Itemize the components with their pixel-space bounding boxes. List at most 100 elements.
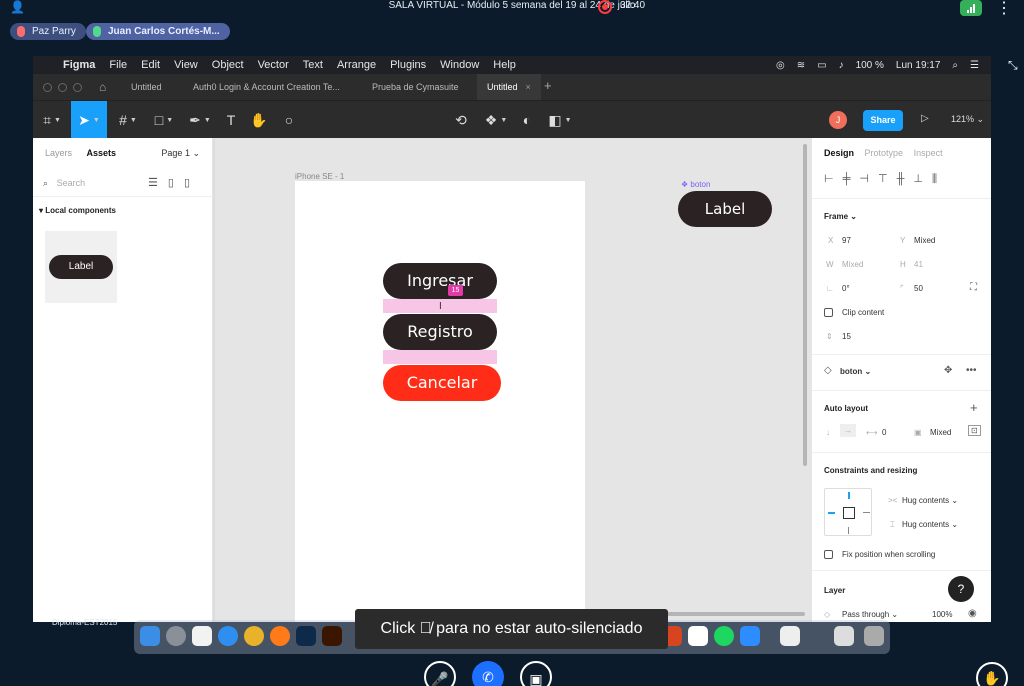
chrome-icon[interactable]	[244, 626, 264, 646]
tab-layers[interactable]: Layers	[45, 148, 72, 158]
list-view-icon[interactable]: ☰	[148, 177, 168, 189]
home-icon[interactable]: ⌂	[99, 80, 106, 94]
menu-arrange[interactable]: Arrange	[337, 59, 376, 71]
vertical-scrollbar[interactable]	[803, 144, 807, 466]
menu-view[interactable]: View	[174, 59, 198, 71]
vertical-resizing-select[interactable]: Hug contents ⌄	[902, 520, 958, 529]
tab-inspect[interactable]: Inspect	[914, 148, 943, 158]
fix-position-checkbox[interactable]	[824, 550, 833, 559]
alignment-settings-icon[interactable]: ⊡	[968, 425, 981, 436]
menu-help[interactable]: Help	[493, 59, 516, 71]
tab-assets[interactable]: Assets	[87, 148, 117, 158]
shape-tool-icon[interactable]: □ ▼	[147, 101, 181, 139]
mask-icon[interactable]: ◐	[515, 101, 539, 139]
canvas[interactable]: iPhone SE - 1 Ingresar 15 I Registro Can…	[215, 138, 811, 622]
ingresar-button[interactable]: Ingresar	[383, 263, 497, 299]
component-icon[interactable]: ❖ ▼	[481, 101, 511, 139]
direction-down-icon[interactable]: ↓	[826, 428, 830, 437]
signal-icon[interactable]	[960, 0, 982, 16]
instance-selector[interactable]: boton ⌄	[840, 367, 871, 376]
spacing-input[interactable]: 15	[842, 332, 851, 341]
direction-right-icon[interactable]: →	[840, 424, 856, 437]
new-tab-icon[interactable]: +	[544, 78, 552, 93]
comment-tool-icon[interactable]: ○	[277, 101, 301, 139]
frame-section-header[interactable]: Frame ⌄	[824, 212, 857, 221]
menu-object[interactable]: Object	[212, 59, 244, 71]
align-center-icon[interactable]: ╪	[843, 173, 860, 185]
menu-vector[interactable]: Vector	[258, 59, 289, 71]
safari-icon[interactable]	[218, 626, 238, 646]
w-input[interactable]: Mixed	[842, 260, 863, 269]
menu-plugins[interactable]: Plugins	[390, 59, 426, 71]
registro-button[interactable]: Registro	[383, 314, 497, 350]
library-icon[interactable]: ▯▯	[168, 177, 200, 189]
boolean-icon[interactable]: ◧ ▼	[545, 101, 575, 139]
trash-icon[interactable]	[864, 626, 884, 646]
align-bottom-icon[interactable]: ⊥	[913, 173, 932, 185]
spotlight-icon[interactable]: ⌕	[952, 60, 958, 71]
fullscreen-icon[interactable]: ⤡	[1008, 58, 1018, 73]
tab-auth0[interactable]: Auth0 Login & Account Creation Te...	[193, 74, 340, 100]
frame-name[interactable]: iPhone SE - 1	[295, 172, 344, 181]
component-thumbnail[interactable]: Label	[45, 231, 117, 303]
more-icon[interactable]: •••	[966, 365, 977, 376]
component-name-label[interactable]: ❖ boton	[681, 180, 710, 189]
help-button[interactable]: ?	[948, 576, 974, 602]
present-icon[interactable]: ▷	[921, 113, 929, 124]
share-button[interactable]: Share	[863, 110, 903, 131]
firefox-icon[interactable]	[270, 626, 290, 646]
launchpad-icon[interactable]	[166, 626, 186, 646]
align-right-icon[interactable]: ⊣	[859, 173, 878, 185]
tab-untitled[interactable]: Untitled	[131, 74, 162, 100]
tab-design[interactable]: Design	[824, 148, 854, 158]
clock[interactable]: Lun 19:17	[896, 60, 941, 71]
creative-cloud-icon[interactable]: ◎	[776, 60, 785, 71]
tab-prototype[interactable]: Prototype	[865, 148, 904, 158]
battery-text[interactable]: 100 %	[856, 60, 884, 71]
minimize-window-icon[interactable]	[58, 83, 67, 92]
raise-hand-button[interactable]: ✋	[976, 662, 1008, 686]
move-tool-icon[interactable]: ➤ ▼	[71, 101, 107, 139]
close-window-icon[interactable]	[43, 83, 52, 92]
page-selector[interactable]: Page 1 ⌄	[161, 148, 200, 159]
padding-input[interactable]: Mixed	[930, 428, 951, 437]
hand-tool-icon[interactable]: ✋	[247, 101, 271, 139]
menu-edit[interactable]: Edit	[141, 59, 160, 71]
control-center-icon[interactable]: ☰	[970, 60, 979, 71]
iphone-frame[interactable]: Ingresar 15 I Registro Cancelar	[295, 181, 585, 622]
constraint-top[interactable]	[848, 492, 850, 499]
illustrator-icon[interactable]	[322, 626, 342, 646]
volume-icon[interactable]: ♪	[839, 60, 844, 71]
airplay-icon[interactable]: ▭	[817, 60, 826, 71]
main-menu-icon[interactable]: ⌗ ▼	[37, 101, 67, 139]
menu-app[interactable]: Figma	[63, 59, 95, 71]
opacity-input[interactable]: 100%	[932, 610, 952, 619]
photoshop-icon[interactable]	[296, 626, 316, 646]
cancelar-button[interactable]: Cancelar	[383, 365, 501, 401]
tab-untitled-active[interactable]: Untitled ×	[477, 74, 541, 100]
section-header[interactable]: ▾ Local components	[39, 206, 116, 215]
menu-text[interactable]: Text	[303, 59, 323, 71]
auto-spacing-input[interactable]: 0	[882, 428, 886, 437]
h-input[interactable]: 41	[914, 260, 923, 269]
radius-input[interactable]: 50	[914, 284, 923, 293]
calendar-icon[interactable]	[192, 626, 212, 646]
document-icon[interactable]	[780, 626, 800, 646]
constraint-right[interactable]	[863, 512, 870, 513]
clip-content-checkbox[interactable]	[824, 308, 833, 317]
detach-icon[interactable]: ⟲	[449, 101, 473, 139]
align-middle-icon[interactable]: ╫	[897, 173, 914, 185]
frame-tool-icon[interactable]: # ▼	[111, 101, 145, 139]
tab-cymasuite[interactable]: Prueba de Cymasuite	[372, 74, 459, 100]
maximize-window-icon[interactable]	[73, 83, 82, 92]
align-top-icon[interactable]: ⊤	[878, 173, 897, 185]
slack-icon[interactable]	[688, 626, 708, 646]
wifi-icon[interactable]: ≋	[797, 60, 805, 71]
text-tool-icon[interactable]: T	[219, 101, 243, 139]
camera-button[interactable]: ▣	[520, 661, 552, 686]
x-input[interactable]: 97	[842, 236, 851, 245]
add-auto-layout-icon[interactable]: +	[970, 400, 978, 415]
mute-button[interactable]: 🎤	[424, 661, 456, 686]
rotation-input[interactable]: 0°	[842, 284, 850, 293]
visibility-icon[interactable]: ◉	[968, 608, 977, 619]
